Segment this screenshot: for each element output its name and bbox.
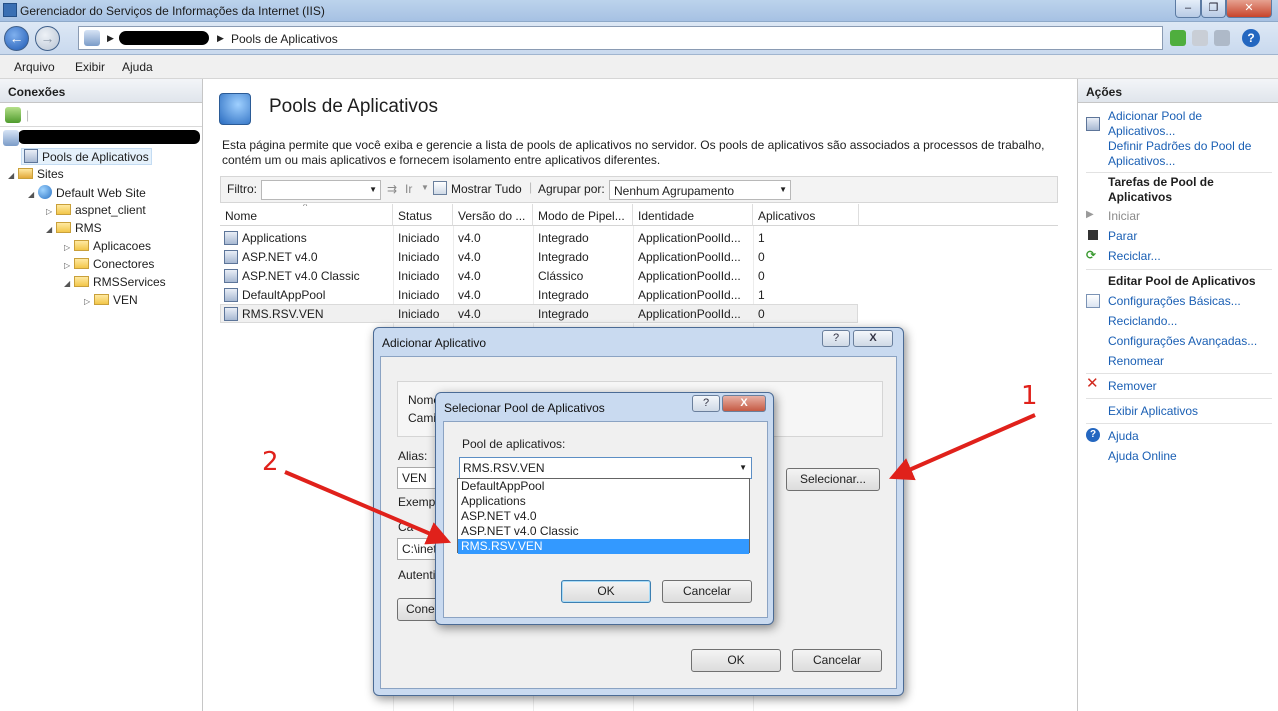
annotation-arrows [284,413,1036,545]
annotation-arrow-1 [889,413,1036,481]
annotation-arrow-2 [284,470,452,545]
